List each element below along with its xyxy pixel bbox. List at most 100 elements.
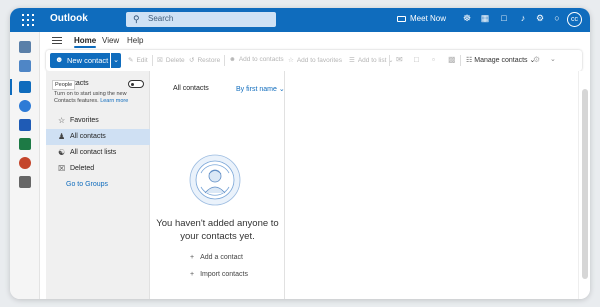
nav-item-label: All contacts <box>70 133 106 140</box>
import-contacts-label: Import contacts <box>200 271 248 278</box>
add-to-contacts-button[interactable]: ☻ Add to contacts <box>229 56 284 63</box>
chevron-down-icon: ⌄ <box>278 86 285 93</box>
search-box[interactable]: ⚲ Search <box>126 12 276 27</box>
nav-item-all-contact-lists[interactable]: ☯ All contact lists <box>46 145 150 161</box>
excel-icon[interactable] <box>19 138 31 150</box>
add-contact-button[interactable]: + Add a contact <box>190 254 243 261</box>
calendar-icon[interactable] <box>19 60 31 72</box>
tab-home[interactable]: Home <box>74 36 97 48</box>
scrollbar[interactable] <box>578 71 590 299</box>
new-contact-button[interactable]: ☻ New contact <box>50 53 110 68</box>
app-title: Outlook <box>50 13 88 24</box>
settings-sliders-icon[interactable]: ⚙ <box>533 55 540 64</box>
app-rail <box>10 32 40 299</box>
nav-item-deleted[interactable]: ☒ Deleted <box>46 161 150 177</box>
add-to-list-label: Add to list <box>357 57 387 64</box>
edit-button[interactable]: ✎ Edit <box>128 56 148 64</box>
tab-view[interactable]: View <box>102 36 119 45</box>
manage-contacts-label: Manage contacts <box>474 57 528 64</box>
meet-now-button[interactable]: Meet Now <box>397 14 446 23</box>
avatar[interactable]: cc <box>567 12 582 27</box>
ribbon-tabs: Home View Help <box>40 32 590 50</box>
divider <box>460 55 461 66</box>
top-bar: Outlook ⚲ Search Meet Now ☸ ▦ □ ♪ ⚙ ○ cc <box>10 8 590 32</box>
nav-item-label: All contact lists <box>70 149 117 156</box>
lightbulb-icon[interactable]: ○ <box>551 13 563 23</box>
edit-label: Edit <box>136 57 148 64</box>
import-contacts-button[interactable]: + Import contacts <box>190 271 248 278</box>
video-camera-icon <box>397 15 406 22</box>
feedback-icon[interactable]: □ <box>498 13 510 23</box>
pencil-icon: ✎ <box>128 57 134 64</box>
app-launcher-icon[interactable] <box>22 14 34 26</box>
manage-contacts-icon: ☷ <box>466 57 473 64</box>
todo-check-icon[interactable] <box>19 100 31 112</box>
restore-icon: ↺ <box>189 57 195 64</box>
megaphone-icon[interactable]: ☸ <box>461 13 473 24</box>
share-icon[interactable]: ✉ <box>396 55 403 64</box>
gear-icon[interactable]: ⚙ <box>534 13 546 24</box>
nav-item-all-contacts[interactable]: ♟ All contacts <box>46 129 150 145</box>
add-to-list-button[interactable]: ☰ Add to list ⌄ <box>349 56 394 64</box>
plus-icon: + <box>190 271 195 278</box>
menu-icon[interactable] <box>52 37 62 44</box>
add-contact-label: Add a contact <box>200 254 243 261</box>
toggle-description-line2: features. <box>77 97 99 104</box>
meet-now-label: Meet Now <box>410 14 447 23</box>
add-to-contacts-label: Add to contacts <box>238 56 284 63</box>
star-icon: ☆ <box>288 57 294 64</box>
empty-contacts-illustration <box>189 154 241 206</box>
new-contact-dropdown[interactable]: ⌄ <box>111 53 121 68</box>
people-tooltip: People <box>52 80 76 90</box>
contact-detail-pane <box>285 71 578 299</box>
contacts-list-pane: All contacts By first name ⌄ You haven't… <box>150 71 285 299</box>
ribbon-expand-chevron-icon[interactable]: ⌄ <box>550 55 556 63</box>
star-icon: ☆ <box>58 116 66 125</box>
copy-icon[interactable]: ▫ <box>432 55 435 64</box>
ribbon-toolbar: ☻ New contact ⌄ ✎ Edit ☒ Delete ↺ Restore ☻… <box>46 50 582 71</box>
learn-more-link[interactable]: Learn more <box>100 98 128 104</box>
restore-label: Restore <box>197 57 221 64</box>
empty-state-line2: your contacts yet. <box>180 231 255 242</box>
go-to-groups-link[interactable]: Go to Groups <box>66 181 108 188</box>
sort-label: By first name <box>236 86 277 93</box>
tab-help[interactable]: Help <box>127 36 143 45</box>
plus-icon: + <box>190 254 195 261</box>
divider <box>389 55 390 66</box>
search-icon: ⚲ <box>133 14 140 24</box>
people-list-icon: ☯ <box>58 148 66 157</box>
contacts-nav-pane: ntacts People Turn on to start using the… <box>46 71 150 299</box>
nav-item-favorites[interactable]: ☆ Favorites <box>46 113 150 129</box>
mail-icon[interactable] <box>19 41 31 53</box>
new-contacts-toggle[interactable] <box>128 80 144 88</box>
add-to-favorites-label: Add to favorites <box>296 57 342 64</box>
nav-item-label: Favorites <box>70 117 99 124</box>
person-icon: ♟ <box>58 132 66 141</box>
restore-button[interactable]: ↺ Restore <box>189 56 220 64</box>
bell-icon[interactable]: ♪ <box>517 13 529 23</box>
trash-icon: ☒ <box>58 164 66 173</box>
add-person-icon: ☻ <box>55 55 64 64</box>
empty-state-line1: You haven't added anyone to <box>156 218 279 229</box>
app-window: Outlook ⚲ Search Meet Now ☸ ▦ □ ♪ ⚙ ○ cc… <box>10 8 590 299</box>
chat-icon[interactable]: □ <box>414 55 419 64</box>
delete-button[interactable]: ☒ Delete <box>157 56 185 64</box>
list-title: All contacts <box>173 85 209 92</box>
nav-item-label: Deleted <box>70 165 95 172</box>
people-icon[interactable] <box>19 81 31 93</box>
scroll-thumb[interactable] <box>582 89 588 279</box>
delete-label: Delete <box>165 57 185 64</box>
more-apps-icon[interactable] <box>19 176 31 188</box>
add-person-icon: ☻ <box>229 56 236 63</box>
calendar-add-icon[interactable]: ▩ <box>448 55 456 64</box>
powerpoint-icon[interactable] <box>19 157 31 169</box>
manage-contacts-button[interactable]: ☷ Manage contacts ⌄ <box>466 56 535 64</box>
toggle-description: Turn on to start using the new Contacts … <box>54 91 146 104</box>
grid-apps-icon[interactable]: ▦ <box>479 13 491 24</box>
word-icon[interactable] <box>19 119 31 131</box>
rail-selection-indicator <box>10 79 12 95</box>
sort-dropdown[interactable]: By first name ⌄ <box>236 85 285 93</box>
trash-icon: ☒ <box>157 57 163 64</box>
add-to-favorites-button[interactable]: ☆ Add to favorites <box>288 56 342 64</box>
search-placeholder: Search <box>148 14 174 23</box>
